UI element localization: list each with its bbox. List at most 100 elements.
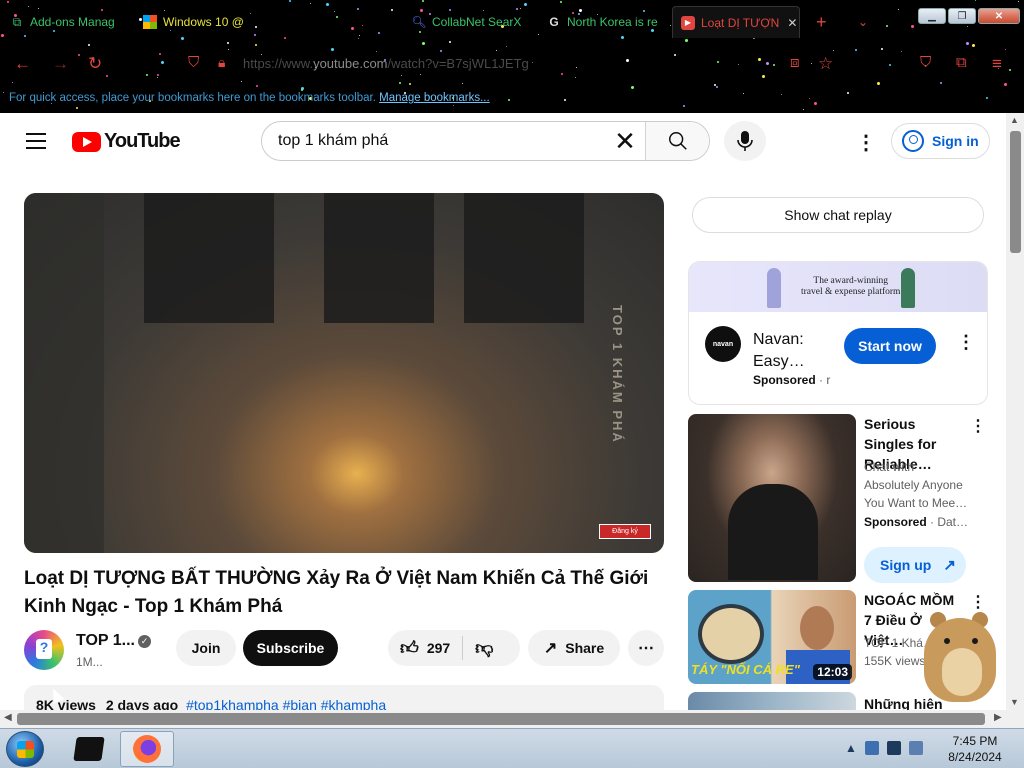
scrollbar-thumb[interactable] — [17, 713, 985, 725]
more-actions-icon[interactable]: ⋯ — [628, 630, 664, 666]
search-icon — [668, 132, 687, 150]
scroll-up-arrow-icon[interactable]: ▲ — [1010, 115, 1019, 125]
sparkle-dot — [560, 1, 562, 3]
taskbar-terminal[interactable] — [62, 731, 116, 767]
show-chat-replay-button[interactable]: Show chat replay — [692, 197, 984, 233]
star-icon[interactable]: ☆ — [818, 54, 833, 74]
thumbs-up-icon[interactable]: 👍︎ — [400, 637, 419, 659]
subscribe-button[interactable]: Subscribe — [243, 630, 338, 666]
vertical-scrollbar[interactable]: ▲ ▼ — [1006, 113, 1024, 710]
rec-thumbnail[interactable] — [688, 414, 856, 582]
join-button[interactable]: Join — [176, 630, 236, 666]
search-button[interactable] — [645, 122, 709, 160]
sparkle-dot — [289, 0, 291, 2]
shield-icon[interactable]: ⛉ — [188, 54, 199, 71]
horizontal-scrollbar[interactable]: ◀ ▶ — [0, 710, 1024, 728]
manage-bookmarks-link[interactable]: Manage bookmarks... — [379, 92, 490, 104]
tab-addons[interactable]: ⧉ Add-ons Manag — [10, 6, 122, 38]
clock-date: 8/24/2024 — [948, 750, 1002, 764]
ad-banner-line1: The award-winning — [813, 276, 889, 286]
taskbar-clock[interactable]: 7:45 PM 8/24/2024 — [935, 733, 1015, 765]
sparkle-dot — [986, 97, 988, 99]
settings-kebab-icon[interactable]: ⋮ — [856, 130, 876, 155]
tab-list-chevron-icon[interactable]: ⌄ — [858, 6, 872, 38]
volume-icon[interactable] — [908, 741, 923, 755]
video-player[interactable]: TOP 1 KHÁM PHÁ Đăng ký — [24, 193, 664, 553]
sign-in-button[interactable]: Sign in — [891, 123, 990, 159]
upload-date: 2 days ago — [105, 697, 179, 710]
start-now-button[interactable]: Start now — [844, 328, 936, 364]
thumb-face — [800, 606, 834, 650]
tab-searx[interactable]: 🔍︎ CollabNet SearX — [412, 6, 524, 38]
sparkle-dot — [256, 85, 258, 87]
tray-app-icon[interactable] — [864, 741, 879, 755]
video-duration: 12:03 — [813, 664, 852, 680]
sparkle-dot — [685, 39, 688, 42]
ad-card[interactable]: The award-winning travel & expense platf… — [688, 261, 988, 405]
ad-banner[interactable]: The award-winning travel & expense platf… — [689, 262, 987, 312]
video-owner-row: TOP 1... ✓ 1M... Join Subscribe 👍︎ 297 👎… — [24, 630, 664, 670]
tab-north-korea[interactable]: G North Korea is re — [547, 6, 659, 38]
sparkle-dot — [310, 3, 311, 4]
close-window-button[interactable]: ✕ — [978, 8, 1020, 24]
channel-name[interactable]: TOP 1... — [76, 632, 135, 650]
rec-thumbnail[interactable] — [688, 692, 856, 710]
g-icon: G — [549, 15, 559, 29]
ad-kebab-icon[interactable]: ⋮ — [957, 332, 975, 353]
reload-icon[interactable]: ↻ — [88, 54, 102, 74]
scroll-left-arrow-icon[interactable]: ◀ — [4, 712, 12, 723]
maximize-button[interactable]: ❐ — [948, 8, 976, 24]
bookmarks-hint: For quick access, place your bookmarks h… — [9, 92, 490, 104]
sparkle-dot — [449, 41, 451, 43]
youtube-page: YouTube ✕ ⋮ Sign in TOP 1 KH — [0, 113, 1006, 710]
search-input[interactable] — [262, 122, 605, 160]
menu-icon[interactable]: ≡ — [992, 54, 1002, 74]
new-tab-button[interactable]: + — [816, 6, 834, 38]
tray-expand-icon[interactable]: ▲ — [845, 741, 857, 755]
description-box[interactable]: 8K views 2 days ago #top1khampha #bian #… — [24, 685, 664, 710]
taskbar-firefox[interactable] — [120, 731, 174, 767]
external-link-icon: ↗ — [943, 557, 956, 574]
minimize-button[interactable]: ▁ — [918, 8, 946, 24]
sparkle-dot — [422, 42, 425, 45]
url-path: /watch?v=B7sjWL1JETg — [387, 56, 529, 71]
video-title: Loạt DỊ TƯỢNG BẤT THƯỜNG Xảy Ra Ở Việt N… — [24, 568, 649, 617]
forward-arrow-icon[interactable]: → — [52, 54, 69, 74]
ad-person-figure — [901, 268, 915, 308]
rec-thumbnail[interactable]: TÁY "NỐI CÁ RE" 12:03 — [688, 590, 856, 684]
scroll-right-arrow-icon[interactable]: ▶ — [994, 712, 1002, 723]
pocket-icon[interactable]: ⛉ — [920, 54, 931, 71]
url-bar[interactable]: https://www.youtube.com/watch?v=B7sjWL1J… — [243, 56, 529, 71]
sponsored-suffix: · Dat… — [926, 515, 969, 529]
scrollbar-thumb[interactable] — [1010, 131, 1021, 253]
close-tab-icon[interactable]: ✕ — [787, 16, 797, 30]
clear-search-icon[interactable]: ✕ — [605, 122, 645, 160]
sign-up-button[interactable]: Sign up ↗ — [864, 547, 966, 583]
picture-in-picture-icon[interactable]: ⧈ — [790, 54, 800, 71]
extensions-icon[interactable]: ⧉ — [956, 54, 967, 71]
hamburger-menu-icon[interactable] — [26, 133, 46, 149]
sparkle-dot — [683, 105, 685, 107]
sparkle-dot — [453, 105, 454, 106]
network-icon[interactable] — [886, 741, 901, 755]
start-button[interactable] — [6, 731, 44, 767]
tab-windows10[interactable]: Windows 10 @ — [143, 6, 263, 38]
like-count[interactable]: 297 — [427, 640, 450, 656]
desktop-pet-hamster[interactable] — [914, 600, 1000, 708]
ad-person-figure — [767, 268, 781, 308]
share-button[interactable]: ↗ Share — [528, 630, 620, 666]
lock-icon[interactable]: 🔒︎ — [218, 54, 225, 71]
thumbs-down-icon[interactable]: 👎︎ — [475, 637, 493, 659]
rec-kebab-icon[interactable]: ⋮ — [970, 416, 986, 436]
hashtags[interactable]: #top1khampha #bian #khampha — [186, 697, 386, 710]
youtube-logo[interactable]: YouTube — [72, 130, 181, 153]
channel-avatar[interactable] — [24, 630, 64, 670]
sparkle-dot — [508, 99, 510, 101]
rec-sponsored-item[interactable]: Serious Singles for Reliable… ⋮ Chat wit… — [688, 414, 988, 583]
voice-search-button[interactable] — [724, 121, 766, 161]
back-arrow-icon[interactable]: ← — [14, 54, 31, 74]
scroll-down-arrow-icon[interactable]: ▼ — [1010, 697, 1019, 707]
video-edge — [24, 193, 104, 553]
tab-youtube-active[interactable]: ▶ Loạt DỊ TƯỢN ✕ — [672, 6, 800, 38]
tab-label: Windows 10 @ — [163, 15, 244, 29]
